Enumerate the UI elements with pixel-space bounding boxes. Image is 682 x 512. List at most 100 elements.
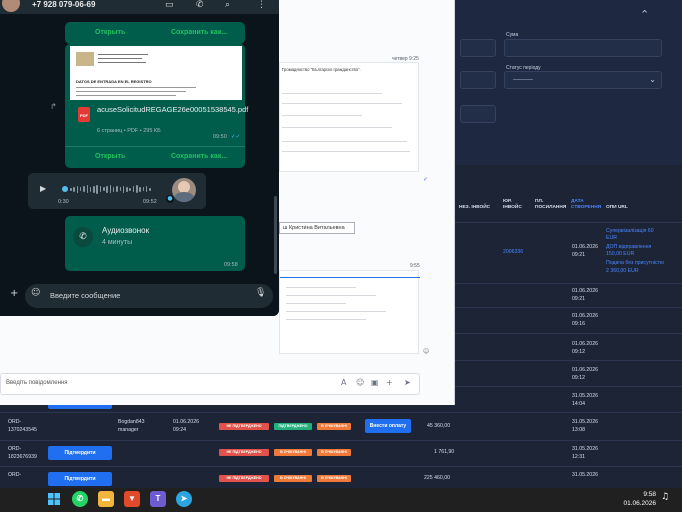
menu-icon[interactable]: ⋮ [257,0,266,10]
sticker-icon[interactable]: ▣ [371,378,379,387]
filter-field[interactable] [460,105,496,123]
manager-role: manager [118,427,139,433]
file-message-bubble: Открыть Сохранить как... [65,22,245,44]
compose-input[interactable]: Введіть повідомлення [6,380,68,386]
created-date: 31.05.2026 [572,472,598,478]
video-call-icon[interactable]: ▭ [165,0,174,10]
row-divider [0,412,682,413]
created-date: 01.06.2026 [572,244,598,250]
chat-scrollbar[interactable] [274,196,277,274]
document-preview[interactable]: Громадянство "Българско гражданство". [279,62,419,172]
message-input[interactable]: Введите сообщение [50,291,120,300]
row-divider [455,386,682,387]
waveform-bar [70,187,72,191]
col-created-at[interactable]: ДАТА СТВОРЕННЯ [571,199,601,211]
sticker-icon[interactable]: ☺ [31,288,40,298]
notification-bell-icon[interactable]: ♫ [661,492,669,502]
save-as-link[interactable]: Сохранить как... [171,29,227,36]
legal-invoice-link[interactable]: 2006336 [503,249,523,256]
created-time: 09:12 [572,375,585,381]
pdf-file-name[interactable]: acuseSolicitudREGAGE26e00051538545.pdf [97,105,248,115]
file-explorer-icon[interactable]: ▬ [98,491,114,507]
service-link[interactable]: Супервізалізація 60 EUR [606,228,664,242]
mic-icon[interactable]: 🎙 [255,288,266,298]
contact-phone[interactable]: +7 928 079-06-69 [32,0,95,9]
service-link[interactable]: Подача без присутністю [606,260,670,267]
emoji-icon[interactable]: ☺ [356,378,364,387]
open-link[interactable]: Открыть [95,153,125,160]
row-divider [455,283,682,284]
search-icon[interactable]: ⌕ [225,0,230,10]
voice-progress-knob[interactable] [62,186,68,192]
whatsapp-icon[interactable]: ✆ [72,491,88,507]
doc-text-line [282,127,392,128]
open-link[interactable]: Открыть [95,29,125,36]
status-badge: В ОЧІКУВАННІ [317,475,351,482]
crest-icon [76,52,94,66]
col-legal-invoice[interactable]: ЮР. ІНВОЙС [503,199,527,211]
col-service-url[interactable]: ОПИ URL [606,205,628,211]
contact-avatar[interactable] [2,0,20,12]
message-time: 09:52 [143,199,157,205]
status-badge: В ОЧІКУВАННІ [317,449,351,456]
doc-text-line [282,103,402,104]
status-badge: В ОЧІКУВАННІ [317,423,351,430]
message-time: 9:55 [410,263,420,269]
created-time: 09:12 [572,349,585,355]
screenshot-preview[interactable] [279,270,420,354]
filter-status-select[interactable]: ---------- ⌄ [504,71,662,89]
doc-text-line [282,93,382,94]
waveform-bar [116,186,118,192]
filter-field[interactable] [460,71,496,89]
filter-field[interactable] [460,39,496,57]
chat-header: +7 928 079-06-69 ▭ ✆ ⌕ ⋮ [0,0,279,14]
attach-plus-icon[interactable]: + [10,288,18,299]
message-time: 09:58 [224,262,238,268]
brave-icon[interactable]: ▼ [124,491,140,507]
phone-icon[interactable]: ✆ [196,0,204,10]
order-id: ORD- [8,472,22,478]
order-date: 01.06.2026 [173,419,199,425]
text-format-icon[interactable]: A [341,378,346,387]
confirm-button[interactable]: Підтвердити [48,446,112,460]
waveform-bar [86,185,89,193]
add-payment-button[interactable]: Внести оплату [365,419,411,433]
status-badge: В ОЧІКУВАННІ [274,449,312,456]
row-divider [0,466,682,467]
confirm-button[interactable]: Підтвердити [48,472,112,486]
start-icon[interactable] [46,491,62,507]
order-id-number: 1823676939 [8,454,37,460]
avatar-body [174,192,194,202]
collapse-chevron-icon[interactable]: ⌃ [640,8,649,21]
waveform-bar [139,186,141,192]
telegram-icon[interactable]: ➤ [176,491,192,507]
document-subject: Громадянство "Българско гражданство". [282,67,361,72]
waveform-bar [119,187,122,191]
waveform-bar [73,186,75,192]
add-icon[interactable]: + [386,378,393,387]
doc-text-line [286,319,366,320]
row-divider [455,222,682,223]
created-time: 09:21 [572,252,585,258]
teams-icon[interactable]: T [150,491,166,507]
col-inc-invoice[interactable]: НЕЗ. ІНВОЙС [459,205,490,211]
play-icon[interactable]: ▶ [40,184,46,193]
save-as-link[interactable]: Сохранить как... [171,153,227,160]
status-badge: НЕ ПІДТВЕРДЖЕНО [219,475,269,482]
reaction-icon[interactable]: ☺ [423,348,429,355]
created-time: 13:08 [572,427,585,433]
pdf-preview[interactable]: DATOS DE ENTRADA EN EL REGISTRO [70,46,242,100]
service-link[interactable]: 2 360,00 EUR [606,268,639,275]
waveform-bar [106,185,108,193]
status-badge: НЕ ПІДТВЕРДЖЕНО [219,449,269,456]
name-chip[interactable]: ш Кристина Витальевна [279,222,355,234]
system-clock[interactable]: 9:58 01.06.2026 [623,490,656,508]
filter-sum-input[interactable] [504,39,662,57]
service-link[interactable]: ДОП відправлення 150,00 EUR [606,244,664,258]
col-pp-link[interactable]: ПЛ. ПОСИЛАННЯ [535,199,566,211]
call-title: Аудиозвонок [102,226,150,235]
send-icon[interactable]: ➤ [404,378,411,387]
order-amount: 225 460,00 [424,475,450,481]
forward-icon[interactable]: ↱ [50,102,57,111]
compose-box[interactable]: Введіть повідомлення A ☺ ▣ + ➤ [0,373,420,395]
